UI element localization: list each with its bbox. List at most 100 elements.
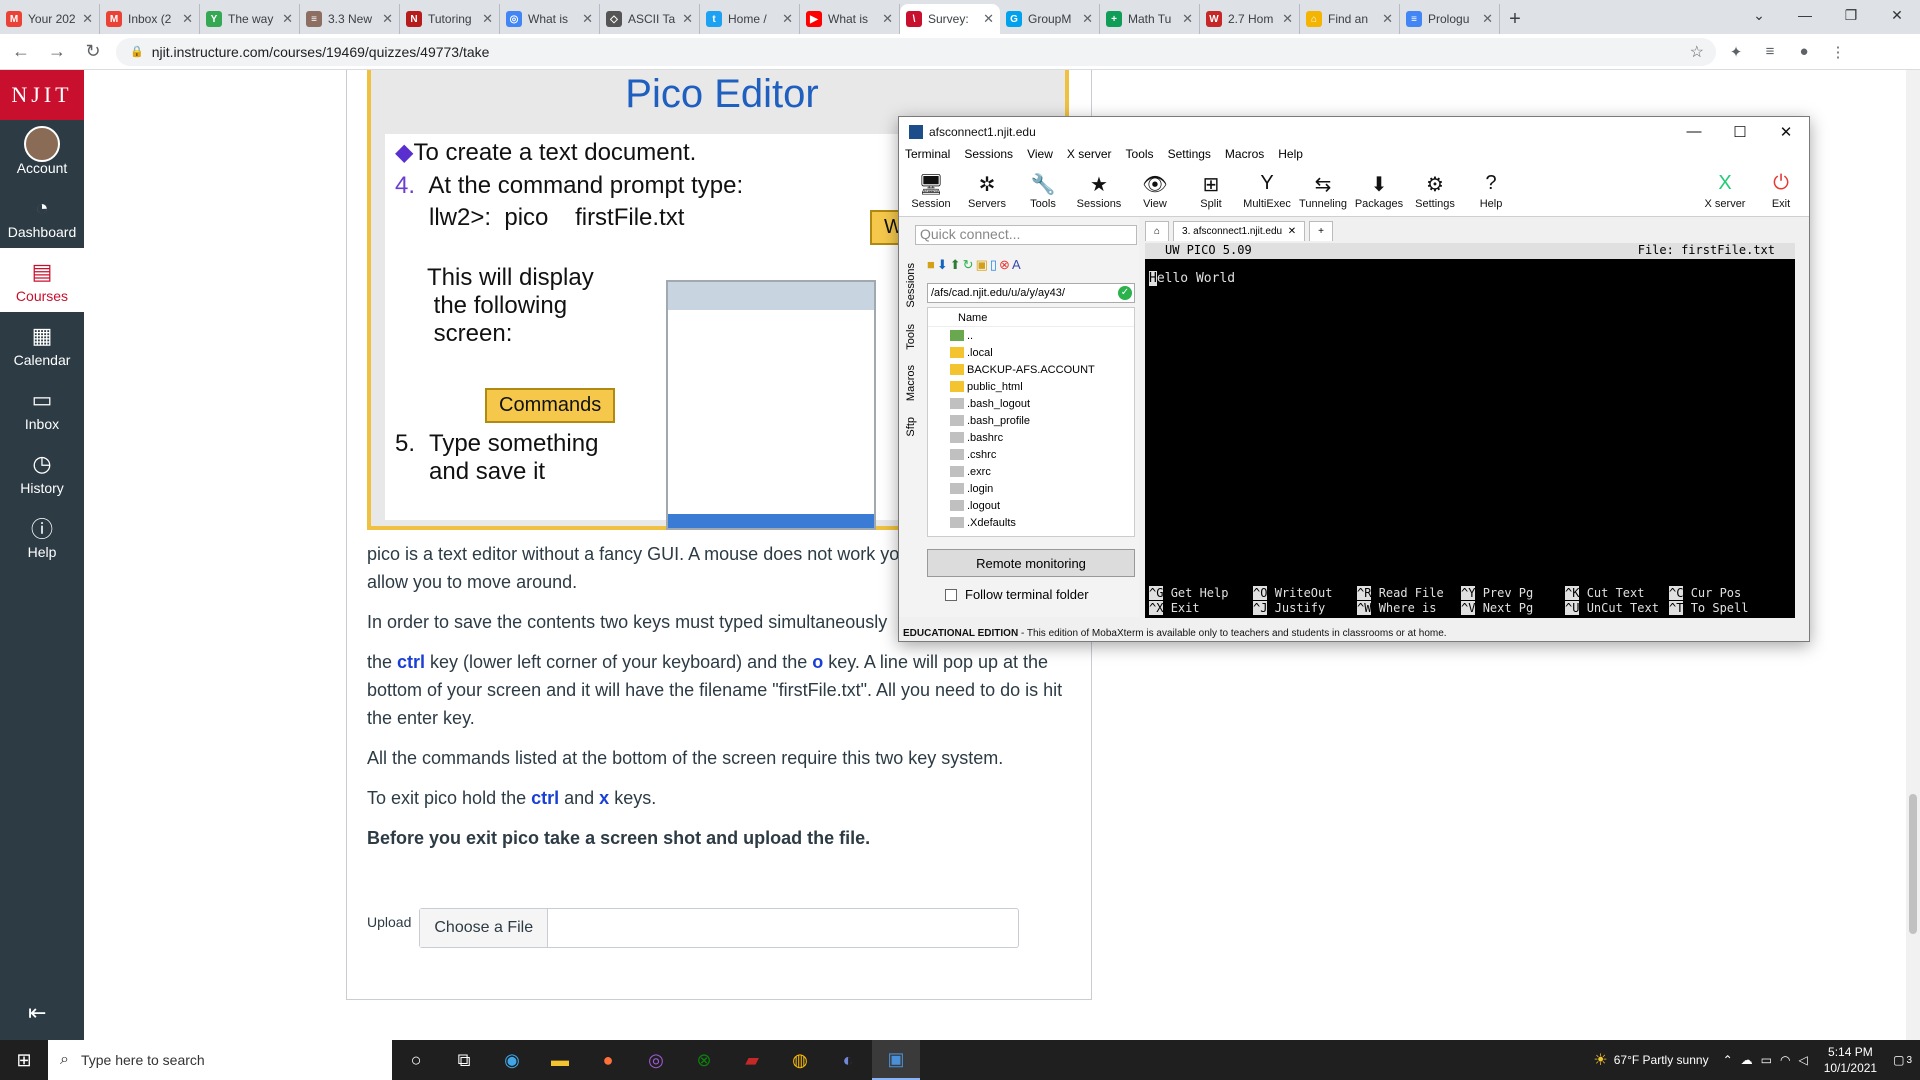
moba-toolbar-button[interactable]: ⇆ Tunneling bbox=[1295, 172, 1351, 216]
moba-side-tab[interactable]: Macros bbox=[905, 365, 917, 401]
moba-toolbar-button[interactable]: ? Help bbox=[1463, 172, 1519, 216]
moba-toolbar-button[interactable]: 🖥 Session bbox=[903, 172, 959, 216]
browser-tab[interactable]: ⌂ Find an ✕ bbox=[1300, 4, 1400, 34]
chrome-icon[interactable]: ◍ bbox=[776, 1040, 824, 1080]
moba-toolbar-button[interactable]: Y MultiExec bbox=[1239, 172, 1295, 216]
quick-connect-input[interactable]: Quick connect... bbox=[915, 225, 1137, 245]
browser-tab[interactable]: t Home / ✕ bbox=[700, 4, 800, 34]
tab-close-icon[interactable]: ✕ bbox=[282, 11, 293, 27]
nav-inbox[interactable]: ▭ Inbox bbox=[0, 376, 84, 440]
tab-close-icon[interactable]: ✕ bbox=[1282, 11, 1293, 27]
volume-icon[interactable]: ◁ bbox=[1798, 1053, 1807, 1067]
tab-close-icon[interactable]: ✕ bbox=[82, 11, 93, 27]
file-tree-row[interactable]: .. bbox=[928, 327, 1134, 344]
file-tree-row[interactable]: .bashrc bbox=[928, 429, 1134, 446]
firefox-icon[interactable]: ● bbox=[584, 1040, 632, 1080]
tab-close-icon[interactable]: ✕ bbox=[882, 11, 893, 27]
sftp-new-file-icon[interactable]: ▯ bbox=[990, 257, 997, 277]
reload-icon[interactable]: ↻ bbox=[78, 37, 108, 67]
file-tree-row[interactable]: .bash_logout bbox=[928, 395, 1134, 412]
cortana-icon[interactable]: ○ bbox=[392, 1040, 440, 1080]
tab-close-icon[interactable]: ✕ bbox=[182, 11, 193, 27]
file-tree-row[interactable]: .login bbox=[928, 480, 1134, 497]
clock[interactable]: 5:14 PM 10/1/2021 bbox=[1824, 1044, 1877, 1076]
tab-close-icon[interactable]: ✕ bbox=[1182, 11, 1193, 27]
sftp-folder-icon[interactable]: ■ bbox=[927, 257, 935, 277]
file-tree-row[interactable]: .exrc bbox=[928, 463, 1134, 480]
tab-close-icon[interactable]: ✕ bbox=[1082, 11, 1093, 27]
sftp-path-field[interactable]: /afs/cad.njit.edu/u/a/y/ay43/ ✓ bbox=[927, 283, 1135, 303]
discord-icon[interactable]: ◐ bbox=[824, 1040, 872, 1080]
tab-search-icon[interactable]: ⌄ bbox=[1736, 0, 1782, 30]
browser-tab[interactable]: Y The way ✕ bbox=[200, 4, 300, 34]
close-icon[interactable]: ✕ bbox=[1874, 0, 1920, 30]
moba-maximize-icon[interactable]: ☐ bbox=[1717, 123, 1763, 141]
moba-side-tab[interactable]: Sessions bbox=[905, 263, 917, 308]
tab-close-icon[interactable]: ✕ bbox=[1482, 11, 1493, 27]
moba-menu-item[interactable]: Sessions bbox=[964, 147, 1013, 165]
bookmark-star-icon[interactable]: ☆ bbox=[1690, 42, 1704, 62]
restore-icon[interactable]: ❐ bbox=[1828, 0, 1874, 30]
nav-courses[interactable]: ▤ Courses bbox=[0, 248, 84, 312]
browser-tab[interactable]: ≡ Prologu ✕ bbox=[1400, 4, 1500, 34]
file-tree-row[interactable]: .logout bbox=[928, 497, 1134, 514]
nav-account[interactable]: Account bbox=[0, 120, 84, 184]
xserver-button[interactable]: XX server bbox=[1697, 172, 1753, 216]
terminal[interactable]: UW PICO 5.09 File: firstFile.txt Hello W… bbox=[1145, 243, 1795, 618]
moba-side-tab[interactable]: Tools bbox=[905, 324, 917, 350]
choose-file-button[interactable]: Choose a File bbox=[420, 909, 549, 947]
tab-close-icon[interactable]: ✕ bbox=[782, 11, 793, 27]
tab-close-icon[interactable]: ✕ bbox=[582, 11, 593, 27]
sftp-refresh-icon[interactable]: ↻ bbox=[963, 257, 974, 277]
browser-tab[interactable]: N Tutoring ✕ bbox=[400, 4, 500, 34]
nav-help[interactable]: ⓘ Help bbox=[0, 504, 84, 568]
browser-tab[interactable]: \ Survey: ✕ bbox=[900, 4, 1000, 34]
task-view-icon[interactable]: ⧉ bbox=[440, 1040, 488, 1080]
chrome-menu-icon[interactable]: ⋮ bbox=[1824, 38, 1852, 66]
moba-menu-item[interactable]: Terminal bbox=[905, 147, 950, 165]
home-tab[interactable]: ⌂ bbox=[1145, 221, 1170, 241]
moba-menu-item[interactable]: Help bbox=[1278, 147, 1303, 165]
terminal-scrollbar[interactable] bbox=[1795, 243, 1809, 618]
profile-avatar[interactable]: ● bbox=[1790, 38, 1818, 66]
browser-tab[interactable]: ◇ ASCII Ta ✕ bbox=[600, 4, 700, 34]
battery-icon[interactable]: ▭ bbox=[1761, 1053, 1772, 1067]
moba-toolbar-button[interactable]: ★ Sessions bbox=[1071, 172, 1127, 216]
tab-close-icon[interactable]: ✕ bbox=[1382, 11, 1393, 27]
file-explorer-icon[interactable]: ▬ bbox=[536, 1040, 584, 1080]
app-icon[interactable]: ◎ bbox=[632, 1040, 680, 1080]
file-tree-row[interactable]: .cshrc bbox=[928, 446, 1134, 463]
back-icon[interactable]: ← bbox=[6, 37, 36, 67]
moba-menu-item[interactable]: Macros bbox=[1225, 147, 1264, 165]
nav-history[interactable]: ◷ History bbox=[0, 440, 84, 504]
moba-minimize-icon[interactable]: — bbox=[1671, 123, 1717, 141]
moba-toolbar-button[interactable]: ⬇ Packages bbox=[1351, 172, 1407, 216]
nav-dashboard[interactable]: ◔ Dashboard bbox=[0, 184, 84, 248]
tab-close-icon[interactable]: ✕ bbox=[1288, 226, 1296, 237]
browser-tab[interactable]: M Your 202 ✕ bbox=[0, 4, 100, 34]
cloud-icon[interactable]: ☁ bbox=[1741, 1053, 1753, 1067]
sftp-delete-icon[interactable]: ⊗ bbox=[999, 257, 1010, 277]
windows-start-icon[interactable]: ⊞ bbox=[0, 1040, 48, 1080]
sftp-new-folder-icon[interactable]: ▣ bbox=[976, 257, 988, 277]
wifi-icon[interactable]: ◠ bbox=[1780, 1053, 1790, 1067]
file-tree-row[interactable]: BACKUP-AFS.ACCOUNT bbox=[928, 361, 1134, 378]
sftp-download-icon[interactable]: ⬇ bbox=[937, 257, 948, 277]
moba-side-tab[interactable]: Sftp bbox=[905, 417, 917, 437]
sftp-upload-icon[interactable]: ⬆ bbox=[950, 257, 961, 277]
file-tree-row[interactable]: .Xdefaults bbox=[928, 514, 1134, 531]
moba-toolbar-button[interactable]: ⊞ Split bbox=[1183, 172, 1239, 216]
moba-menu-item[interactable]: View bbox=[1027, 147, 1053, 165]
reading-list-icon[interactable]: ≡ bbox=[1756, 38, 1784, 66]
tab-close-icon[interactable]: ✕ bbox=[983, 11, 994, 27]
nav-calendar[interactable]: ▦ Calendar bbox=[0, 312, 84, 376]
browser-tab[interactable]: ◎ What is ✕ bbox=[500, 4, 600, 34]
moba-toolbar-button[interactable]: ⚙ Settings bbox=[1407, 172, 1463, 216]
tray-chevron-icon[interactable]: ⌃ bbox=[1723, 1053, 1733, 1067]
minimize-icon[interactable]: — bbox=[1782, 0, 1828, 30]
tab-close-icon[interactable]: ✕ bbox=[682, 11, 693, 27]
edge-icon[interactable]: ◉ bbox=[488, 1040, 536, 1080]
browser-tab[interactable]: G GroupM ✕ bbox=[1000, 4, 1100, 34]
mobaxterm-taskbar-icon[interactable]: ▣ bbox=[872, 1040, 920, 1080]
moba-toolbar-button[interactable]: 🔧 Tools bbox=[1015, 172, 1071, 216]
